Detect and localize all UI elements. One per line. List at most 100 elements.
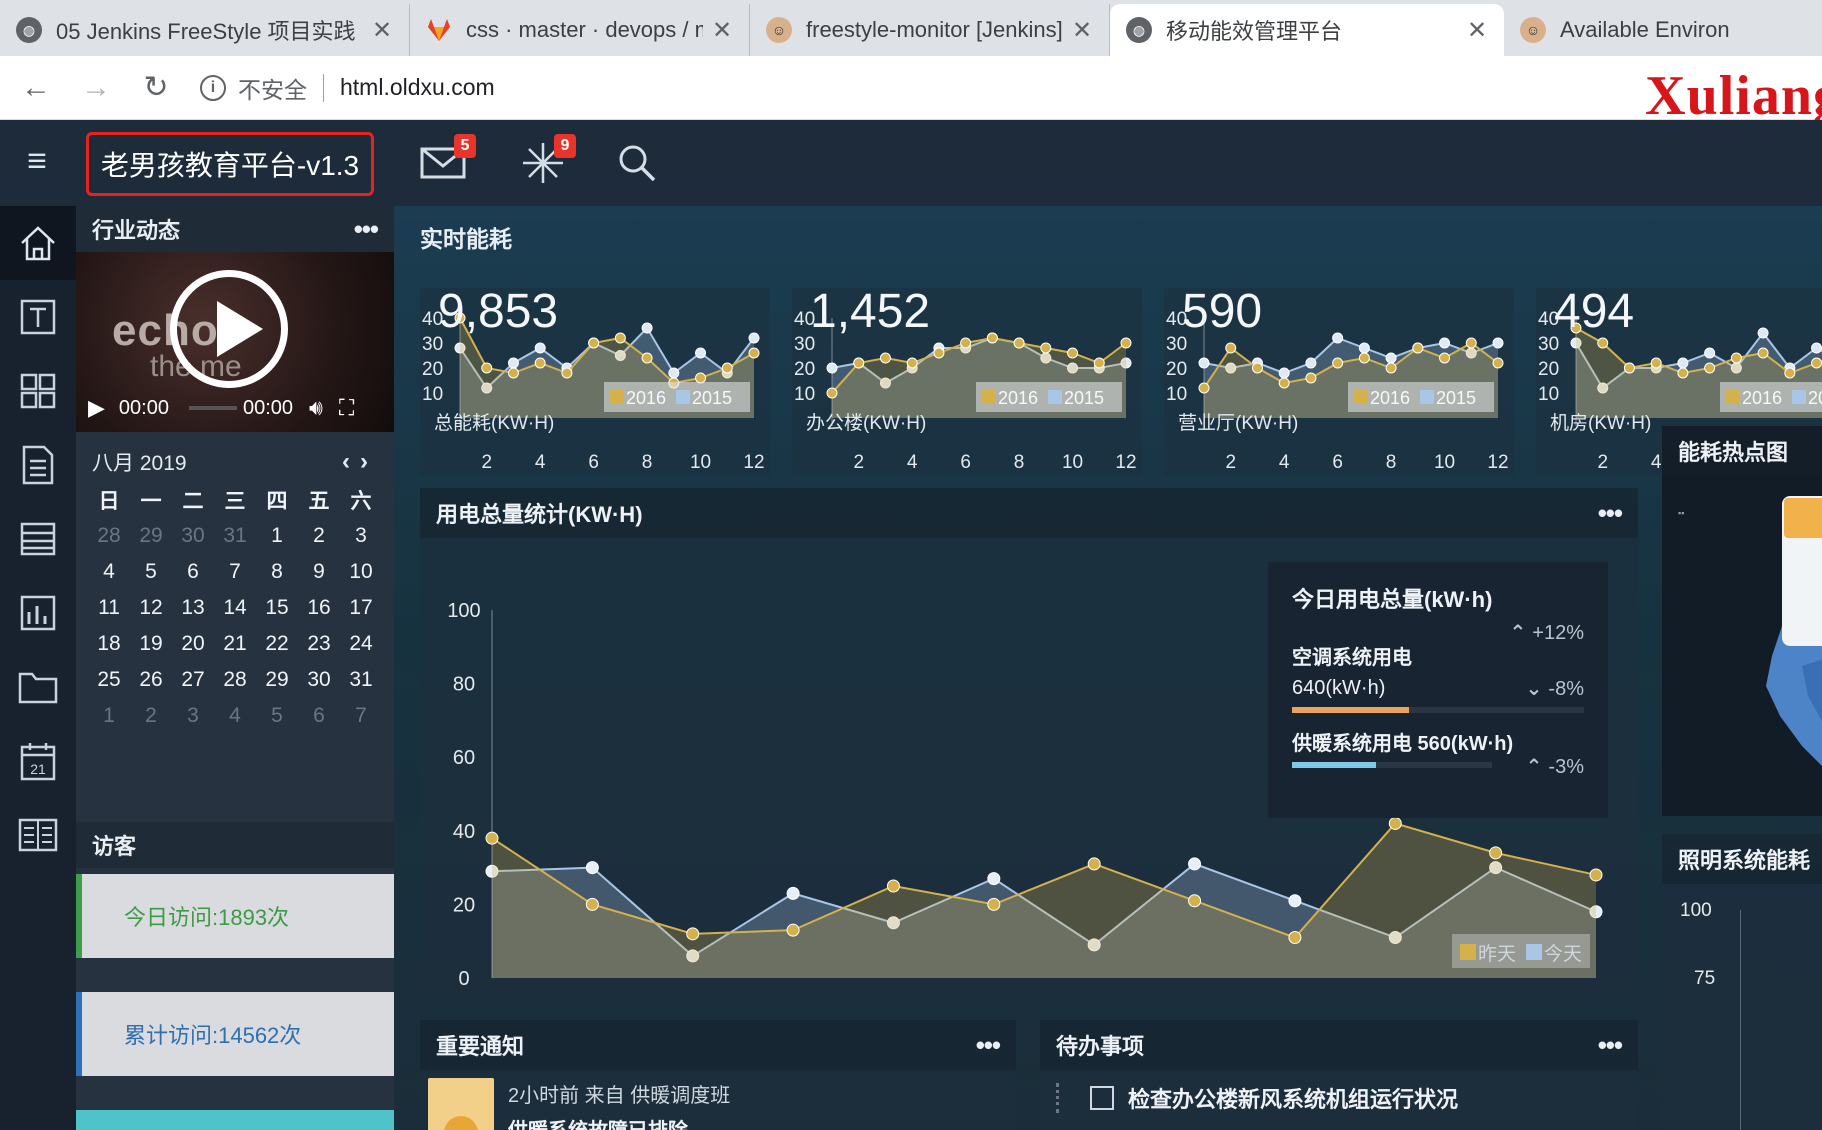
calendar-day[interactable]: 10 bbox=[340, 560, 382, 584]
calendar-day[interactable]: 17 bbox=[340, 596, 382, 620]
close-icon[interactable]: ✕ bbox=[711, 16, 733, 45]
calendar-day[interactable]: 5 bbox=[256, 704, 298, 728]
calendar-day[interactable]: 1 bbox=[256, 524, 298, 548]
calendar-day[interactable]: 7 bbox=[214, 560, 256, 584]
close-icon[interactable]: ✕ bbox=[1466, 16, 1488, 45]
visit-total-card[interactable]: 累计访问:14562次 bbox=[76, 992, 394, 1076]
chevron-right-icon[interactable]: › bbox=[360, 448, 378, 475]
more-icon[interactable]: ••• bbox=[976, 1030, 1001, 1061]
svg-text:21: 21 bbox=[30, 761, 46, 777]
calendar-day[interactable]: 3 bbox=[172, 704, 214, 728]
calendar-day[interactable]: 29 bbox=[256, 668, 298, 692]
calendar-day[interactable]: 11 bbox=[88, 596, 130, 620]
calendar-day[interactable]: 24 bbox=[340, 632, 382, 656]
more-icon[interactable]: ••• bbox=[1598, 498, 1623, 529]
notice-item[interactable]: 2小时前 来自 供暖调度班 供暖系统故障已排除 bbox=[420, 1070, 1016, 1130]
calendar-day[interactable]: 18 bbox=[88, 632, 130, 656]
visit-card[interactable] bbox=[76, 1110, 394, 1130]
calendar-day[interactable]: 25 bbox=[88, 668, 130, 692]
video-seekbar[interactable] bbox=[188, 406, 237, 410]
drag-handle-icon[interactable] bbox=[1056, 1083, 1066, 1113]
legend-swatch bbox=[1460, 944, 1476, 960]
video-player[interactable]: echo the me ▶ 00:00 00:00 🔊︎ ⛶ bbox=[76, 252, 394, 432]
close-icon[interactable]: ✕ bbox=[371, 16, 393, 45]
y-tick-label: 20 bbox=[422, 359, 443, 380]
nav-home[interactable] bbox=[0, 206, 76, 280]
calendar-day[interactable]: 2 bbox=[130, 704, 172, 728]
calendar-day[interactable]: 15 bbox=[256, 596, 298, 620]
calendar-day[interactable]: 6 bbox=[172, 560, 214, 584]
calendar-day[interactable]: 19 bbox=[130, 632, 172, 656]
calendar-day[interactable]: 31 bbox=[340, 668, 382, 692]
nav-columns[interactable] bbox=[0, 798, 76, 872]
mail-button[interactable]: 5 bbox=[418, 134, 476, 186]
calendar-day[interactable]: 7 bbox=[340, 704, 382, 728]
columns-icon bbox=[18, 818, 58, 852]
calendar-day[interactable]: 14 bbox=[214, 596, 256, 620]
browser-tab[interactable]: ☺ Available Environ bbox=[1504, 4, 1822, 56]
calendar-day[interactable]: 28 bbox=[88, 524, 130, 548]
calendar-day[interactable]: 4 bbox=[88, 560, 130, 584]
calendar-day[interactable]: 9 bbox=[298, 560, 340, 584]
data-point bbox=[1589, 868, 1603, 882]
browser-tab[interactable]: ◍ 05 Jenkins FreeStyle 项目实践 ✕ bbox=[0, 4, 410, 56]
more-icon[interactable]: ••• bbox=[354, 214, 379, 245]
play-small-icon[interactable]: ▶ bbox=[88, 395, 105, 421]
calendar-day[interactable]: 27 bbox=[172, 668, 214, 692]
url-field[interactable]: i 不安全 html.oldxu.com bbox=[200, 66, 495, 110]
calendar-day[interactable]: 13 bbox=[172, 596, 214, 620]
search-button[interactable] bbox=[612, 140, 662, 186]
calendar-day[interactable]: 23 bbox=[298, 632, 340, 656]
play-icon[interactable] bbox=[170, 270, 288, 388]
calendar-day[interactable]: 2 bbox=[298, 524, 340, 548]
nav-chart[interactable] bbox=[0, 576, 76, 650]
nav-text[interactable] bbox=[0, 280, 76, 354]
forward-button[interactable]: → bbox=[72, 64, 120, 112]
calendar-week: 11 12 13 14 15 16 17 bbox=[88, 590, 382, 626]
browser-tab[interactable]: css · master · devops / monitor ✕ bbox=[410, 4, 750, 56]
calendar-day[interactable]: 28 bbox=[214, 668, 256, 692]
nav-list[interactable] bbox=[0, 502, 76, 576]
chevron-left-icon[interactable]: ‹ bbox=[342, 448, 360, 475]
calendar-day[interactable]: 16 bbox=[298, 596, 340, 620]
calendar-day[interactable]: 26 bbox=[130, 668, 172, 692]
calendar-day[interactable]: 12 bbox=[130, 596, 172, 620]
reload-button[interactable]: ↻ bbox=[132, 64, 180, 112]
x-tick-label: 12 bbox=[1487, 452, 1508, 473]
heatmap-map: ▪▪ bbox=[1678, 496, 1822, 766]
nav-folder[interactable] bbox=[0, 650, 76, 724]
nav-document[interactable] bbox=[0, 428, 76, 502]
alert-button[interactable]: 9 bbox=[518, 134, 576, 186]
more-icon[interactable]: ••• bbox=[1598, 1030, 1623, 1061]
y-tick-label: 20 bbox=[1166, 359, 1187, 380]
calendar-day[interactable]: 22 bbox=[256, 632, 298, 656]
chart-icon bbox=[20, 595, 56, 631]
volume-icon[interactable]: 🔊︎ bbox=[309, 395, 323, 421]
calendar-day[interactable]: 8 bbox=[256, 560, 298, 584]
nav-calendar[interactable]: 21 bbox=[0, 724, 76, 798]
calendar-day[interactable]: 21 bbox=[214, 632, 256, 656]
calendar-day[interactable]: 4 bbox=[214, 704, 256, 728]
calendar-day[interactable]: 6 bbox=[298, 704, 340, 728]
close-icon[interactable]: ✕ bbox=[1071, 16, 1093, 45]
calendar-day[interactable]: 29 bbox=[130, 524, 172, 548]
nav-grid[interactable] bbox=[0, 354, 76, 428]
calendar-day[interactable]: 30 bbox=[298, 668, 340, 692]
data-point bbox=[748, 332, 760, 344]
browser-tab-active[interactable]: ◍ 移动能效管理平台 ✕ bbox=[1110, 4, 1504, 56]
mail-badge: 5 bbox=[454, 134, 476, 158]
todo-checkbox[interactable] bbox=[1090, 1086, 1114, 1110]
back-button[interactable]: ← bbox=[12, 64, 60, 112]
info-icon[interactable]: i bbox=[200, 74, 226, 101]
calendar-day[interactable]: 5 bbox=[130, 560, 172, 584]
calendar-day[interactable]: 30 bbox=[172, 524, 214, 548]
calendar-day[interactable]: 1 bbox=[88, 704, 130, 728]
ac-label: 空调系统用电 bbox=[1292, 647, 1412, 669]
calendar-day[interactable]: 31 bbox=[214, 524, 256, 548]
calendar-day[interactable]: 3 bbox=[340, 524, 382, 548]
fullscreen-icon[interactable]: ⛶ bbox=[339, 395, 354, 421]
calendar-day[interactable]: 20 bbox=[172, 632, 214, 656]
hamburger-menu-icon[interactable]: ≡ bbox=[18, 144, 56, 180]
browser-tab[interactable]: ☺ freestyle-monitor [Jenkins] ✕ bbox=[750, 4, 1110, 56]
visit-today-card[interactable]: 今日访问:1893次 bbox=[76, 874, 394, 958]
